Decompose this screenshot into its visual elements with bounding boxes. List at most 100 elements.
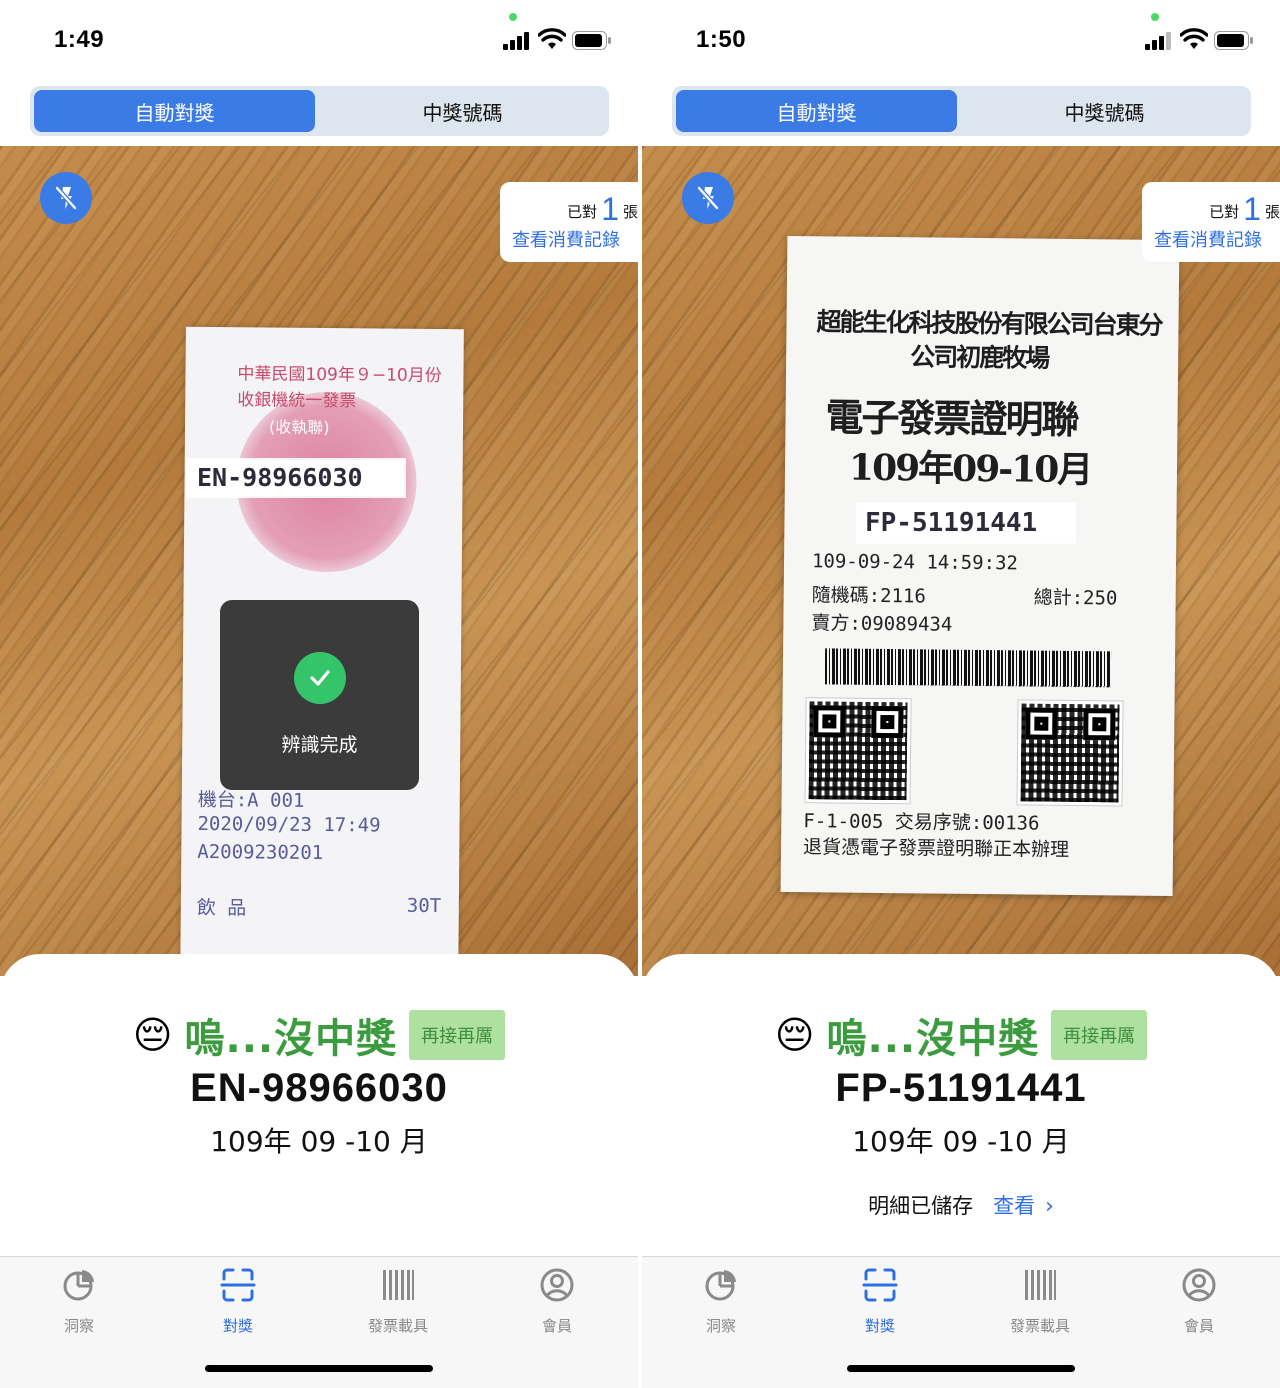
checked-count-card: 已對 1 張 查看消費記錄 — [1142, 182, 1280, 262]
user-circle-icon — [1182, 1268, 1216, 1302]
tab-label: 洞察 — [705, 1317, 736, 1335]
tab-check-prize[interactable]: 對獎 — [820, 1267, 940, 1336]
receipt-doc-period: 109年09-10月 — [848, 446, 1092, 492]
receipt-line: 30T — [406, 894, 442, 918]
view-detail-button[interactable]: 查看 › — [993, 1190, 1054, 1220]
segment-winning-numbers[interactable]: 中獎號碼 — [962, 90, 1247, 132]
status-bar: 1:50 — [642, 0, 1280, 80]
tab-member[interactable]: 會員 — [497, 1267, 617, 1336]
receipt-doc-title: 電子發票證明聯 — [825, 394, 1078, 443]
barcode-icon — [1025, 1270, 1056, 1300]
mode-segmented-control: 自動對獎 中獎號碼 — [30, 86, 609, 136]
receipt-return-note: 退貨憑電子發票證明聯正本辦理 — [802, 836, 1070, 861]
receipt-company: 超能生化科技股份有限公司台東分 — [816, 307, 1162, 340]
qr-code-left — [804, 697, 912, 805]
count-suffix: 張 — [622, 203, 638, 221]
tab-label: 發票載具 — [367, 1317, 428, 1335]
home-indicator[interactable] — [847, 1365, 1075, 1372]
battery-icon — [572, 31, 611, 50]
recognition-toast: 辨識完成 — [220, 600, 419, 790]
tab-label: 會員 — [541, 1317, 572, 1335]
cellular-signal-icon — [1145, 30, 1175, 50]
tab-invoice-carrier[interactable]: 發票載具 — [980, 1267, 1100, 1336]
tab-label: 對獎 — [222, 1317, 253, 1335]
camera-viewfinder: 超能生化科技股份有限公司台東分 公司初鹿牧場 電子發票證明聯 109年09-10… — [642, 146, 1280, 976]
receipt-line: 收銀機統一發票 — [237, 390, 357, 412]
toast-label: 辨識完成 — [281, 734, 358, 756]
encourage-badge: 再接再厲 — [1051, 1010, 1148, 1060]
check-circle-icon — [294, 652, 346, 704]
pie-chart-icon — [705, 1270, 736, 1301]
status-time: 1:50 — [696, 26, 747, 53]
receipt-random-code: 隨機碼:2116 — [811, 584, 926, 608]
count-prefix: 已對 — [567, 203, 598, 221]
receipt-line: 飲 品 — [196, 896, 247, 920]
chevron-right-icon: › — [1045, 1194, 1054, 1219]
mode-segmented-control: 自動對獎 中獎號碼 — [672, 86, 1251, 136]
flash-toggle-button[interactable] — [682, 172, 734, 224]
invoice-number: FP-51191441 — [835, 1066, 1087, 1110]
tab-check-prize[interactable]: 對獎 — [178, 1267, 298, 1336]
receipt-datetime: 109-09-24 14:59:32 — [811, 550, 1019, 575]
receipt-line: 2020/09/23 17:49 — [197, 812, 381, 837]
encourage-badge: 再接再厲 — [409, 1010, 506, 1060]
recognized-number-frame: FP-51191441 — [856, 502, 1076, 544]
count-number: 1 — [601, 191, 619, 227]
screens: 1:49 自動對獎 中獎號碼 中華民國109年９−10月份 收銀機統一發票 (收… — [0, 0, 1280, 1388]
status-time: 1:49 — [54, 26, 105, 53]
receipt-company: 公司初鹿牧場 — [910, 342, 1049, 373]
checked-count: 已對 1 張 — [500, 188, 638, 227]
segment-winning-numbers[interactable]: 中獎號碼 — [320, 90, 605, 132]
flash-off-icon — [697, 186, 719, 210]
tab-invoice-carrier[interactable]: 發票載具 — [338, 1267, 458, 1336]
tab-insights[interactable]: 洞察 — [19, 1267, 139, 1336]
phone-screen-left: 1:49 自動對獎 中獎號碼 中華民國109年９−10月份 收銀機統一發票 (收… — [0, 0, 638, 1388]
result-title: 嗚...沒中獎 — [826, 1016, 1040, 1062]
cellular-signal-icon — [503, 30, 533, 50]
flash-off-icon — [55, 186, 77, 210]
sad-face-icon: 😔 — [774, 1013, 815, 1057]
sad-face-icon: 😔 — [132, 1013, 173, 1057]
tab-bar: 洞察 對獎 發票載具 會員 — [0, 1256, 638, 1388]
scanned-receipt-image: 超能生化科技股份有限公司台東分 公司初鹿牧場 電子發票證明聯 109年09-10… — [780, 235, 1180, 897]
privacy-indicator-dot — [509, 13, 517, 21]
receipt-terminal: F-1-005 交易序號:00136 — [803, 810, 1040, 835]
count-number: 1 — [1243, 191, 1261, 227]
tab-member[interactable]: 會員 — [1139, 1267, 1259, 1336]
recognized-number-frame: EN-98966030 — [186, 458, 406, 498]
result-header: 😔 嗚...沒中獎 再接再厲 — [642, 1006, 1280, 1064]
scan-icon — [220, 1268, 256, 1302]
receipt-line: 中華民國109年９−10月份 — [237, 364, 442, 387]
receipt-line: (收執聯) — [268, 417, 330, 438]
qr-code-right — [1016, 699, 1124, 807]
camera-viewfinder: 中華民國109年９−10月份 收銀機統一發票 (收執聯) 機台:A 001 20… — [0, 146, 638, 976]
tab-label: 洞察 — [63, 1317, 94, 1335]
wifi-icon — [538, 28, 566, 49]
home-indicator[interactable] — [205, 1365, 433, 1372]
tab-insights[interactable]: 洞察 — [661, 1267, 781, 1336]
count-suffix: 張 — [1264, 203, 1280, 221]
view-history-link[interactable]: 查看消費記錄 — [1154, 226, 1262, 252]
privacy-indicator-dot — [1151, 13, 1159, 21]
tab-label: 對獎 — [864, 1317, 895, 1335]
receipt-seller: 賣方:09089434 — [811, 612, 953, 636]
receipt-total: 總計:250 — [1033, 586, 1118, 610]
tab-label: 發票載具 — [1009, 1317, 1070, 1335]
battery-icon — [1214, 31, 1253, 50]
receipt-barcode — [824, 648, 1112, 688]
flash-toggle-button[interactable] — [40, 172, 92, 224]
result-sheet: 😔 嗚...沒中獎 再接再厲 FP-51191441 109年 09 -10 月… — [642, 954, 1280, 1258]
scan-icon — [862, 1268, 898, 1302]
invoice-period: 109年 09 -10 月 — [852, 1125, 1070, 1158]
phone-screen-right: 1:50 自動對獎 中獎號碼 超能生化科技股份有限公司台東分 公司初鹿牧場 電子… — [642, 0, 1280, 1388]
segment-auto-check[interactable]: 自動對獎 — [676, 90, 957, 132]
invoice-number: EN-98966030 — [190, 1066, 448, 1110]
segment-auto-check[interactable]: 自動對獎 — [34, 90, 315, 132]
wifi-icon — [1180, 28, 1208, 49]
saved-label: 明細已儲存 — [868, 1194, 974, 1218]
saved-detail-row: 明細已儲存 查看 › — [642, 1190, 1280, 1220]
view-link[interactable]: 查看 — [993, 1194, 1035, 1218]
status-bar: 1:49 — [0, 0, 638, 80]
pie-chart-icon — [63, 1270, 94, 1301]
view-history-link[interactable]: 查看消費記錄 — [512, 226, 620, 252]
